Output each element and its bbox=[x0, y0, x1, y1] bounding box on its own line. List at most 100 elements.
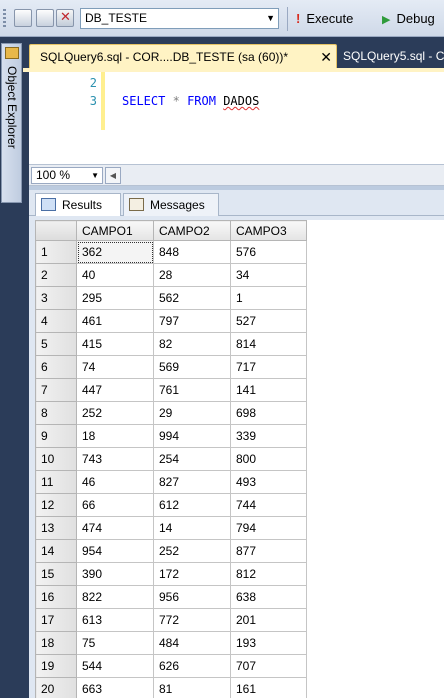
table-row[interactable]: 4 461 797 527 bbox=[35, 309, 307, 333]
code-line[interactable]: SELECT * FROM DADOS bbox=[122, 94, 259, 108]
table-row[interactable]: 20 663 81 161 bbox=[35, 677, 307, 698]
tab-messages[interactable]: Messages bbox=[123, 193, 219, 216]
table-cell[interactable]: 717 bbox=[230, 355, 307, 379]
table-cell[interactable]: 82 bbox=[153, 332, 231, 356]
table-cell[interactable]: 698 bbox=[230, 401, 307, 425]
grid-corner[interactable] bbox=[35, 220, 77, 241]
table-cell[interactable]: 772 bbox=[153, 608, 231, 632]
execute-button[interactable]: ! Execute bbox=[296, 9, 353, 29]
row-number[interactable]: 19 bbox=[35, 654, 77, 678]
table-row[interactable]: 10 743 254 800 bbox=[35, 447, 307, 471]
row-number[interactable]: 8 bbox=[35, 401, 77, 425]
tab-sqlquery6[interactable]: SQLQuery6.sql - COR....DB_TESTE (sa (60)… bbox=[29, 44, 337, 69]
column-header[interactable]: CAMPO2 bbox=[153, 220, 231, 241]
row-number[interactable]: 4 bbox=[35, 309, 77, 333]
table-cell[interactable]: 29 bbox=[153, 401, 231, 425]
row-number[interactable]: 16 bbox=[35, 585, 77, 609]
table-row[interactable]: 3 295 562 1 bbox=[35, 286, 307, 310]
table-cell[interactable]: 848 bbox=[153, 240, 231, 264]
table-row[interactable]: 1 362 848 576 bbox=[35, 240, 307, 264]
table-cell[interactable]: 362 bbox=[76, 240, 154, 264]
row-number[interactable]: 15 bbox=[35, 562, 77, 586]
row-number[interactable]: 14 bbox=[35, 539, 77, 563]
table-cell[interactable]: 46 bbox=[76, 470, 154, 494]
table-cell[interactable]: 1 bbox=[230, 286, 307, 310]
row-number[interactable]: 1 bbox=[35, 240, 77, 264]
column-header[interactable]: CAMPO3 bbox=[230, 220, 307, 241]
table-cell[interactable]: 569 bbox=[153, 355, 231, 379]
table-cell[interactable]: 527 bbox=[230, 309, 307, 333]
table-cell[interactable]: 390 bbox=[76, 562, 154, 586]
object-explorer-tab[interactable]: Object Explorer bbox=[1, 43, 22, 203]
table-cell[interactable]: 562 bbox=[153, 286, 231, 310]
toolbar-grip[interactable] bbox=[3, 9, 6, 27]
table-cell[interactable]: 161 bbox=[230, 677, 307, 698]
table-cell[interactable]: 613 bbox=[76, 608, 154, 632]
table-cell[interactable]: 812 bbox=[230, 562, 307, 586]
table-cell[interactable]: 954 bbox=[76, 539, 154, 563]
table-cell[interactable]: 40 bbox=[76, 263, 154, 287]
row-number[interactable]: 6 bbox=[35, 355, 77, 379]
row-number[interactable]: 17 bbox=[35, 608, 77, 632]
row-number[interactable]: 18 bbox=[35, 631, 77, 655]
table-cell[interactable]: 956 bbox=[153, 585, 231, 609]
scroll-left-button[interactable]: ◀ bbox=[105, 167, 121, 184]
table-cell[interactable]: 18 bbox=[76, 424, 154, 448]
table-cell[interactable]: 814 bbox=[230, 332, 307, 356]
change-connection-icon[interactable]: ✕ bbox=[56, 9, 74, 27]
row-number[interactable]: 2 bbox=[35, 263, 77, 287]
table-cell[interactable]: 172 bbox=[153, 562, 231, 586]
zoom-select[interactable]: 100 % ▼ bbox=[31, 167, 103, 184]
table-row[interactable]: 19 544 626 707 bbox=[35, 654, 307, 678]
table-cell[interactable]: 822 bbox=[76, 585, 154, 609]
column-header[interactable]: CAMPO1 bbox=[76, 220, 154, 241]
query-options-icon[interactable] bbox=[36, 9, 54, 27]
query-editor[interactable]: 2 3 SELECT * FROM DADOS bbox=[29, 72, 444, 164]
table-row[interactable]: 16 822 956 638 bbox=[35, 585, 307, 609]
table-cell[interactable]: 415 bbox=[76, 332, 154, 356]
table-row[interactable]: 6 74 569 717 bbox=[35, 355, 307, 379]
table-row[interactable]: 15 390 172 812 bbox=[35, 562, 307, 586]
table-cell[interactable]: 877 bbox=[230, 539, 307, 563]
table-cell[interactable]: 254 bbox=[153, 447, 231, 471]
close-icon[interactable]: ✕ bbox=[320, 45, 332, 69]
row-number[interactable]: 5 bbox=[35, 332, 77, 356]
table-cell[interactable]: 994 bbox=[153, 424, 231, 448]
results-grid[interactable]: CAMPO1 CAMPO2 CAMPO3 1 362 848 576 2 40 28 34 3 2… bbox=[35, 220, 444, 698]
table-cell[interactable]: 461 bbox=[76, 309, 154, 333]
table-cell[interactable]: 14 bbox=[153, 516, 231, 540]
table-row[interactable]: 11 46 827 493 bbox=[35, 470, 307, 494]
row-number[interactable]: 3 bbox=[35, 286, 77, 310]
table-cell[interactable]: 447 bbox=[76, 378, 154, 402]
table-cell[interactable]: 663 bbox=[76, 677, 154, 698]
table-cell[interactable]: 34 bbox=[230, 263, 307, 287]
table-cell[interactable]: 201 bbox=[230, 608, 307, 632]
table-row[interactable]: 8 252 29 698 bbox=[35, 401, 307, 425]
table-cell[interactable]: 339 bbox=[230, 424, 307, 448]
table-row[interactable]: 13 474 14 794 bbox=[35, 516, 307, 540]
table-row[interactable]: 5 415 82 814 bbox=[35, 332, 307, 356]
table-cell[interactable]: 827 bbox=[153, 470, 231, 494]
table-cell[interactable]: 638 bbox=[230, 585, 307, 609]
debug-button[interactable]: ▶ Debug bbox=[382, 9, 435, 29]
table-cell[interactable]: 193 bbox=[230, 631, 307, 655]
table-row[interactable]: 14 954 252 877 bbox=[35, 539, 307, 563]
table-row[interactable]: 18 75 484 193 bbox=[35, 631, 307, 655]
table-cell[interactable]: 797 bbox=[153, 309, 231, 333]
table-cell[interactable]: 761 bbox=[153, 378, 231, 402]
table-cell[interactable]: 794 bbox=[230, 516, 307, 540]
table-row[interactable]: 12 66 612 744 bbox=[35, 493, 307, 517]
results-to-icon[interactable] bbox=[14, 9, 32, 27]
tab-results[interactable]: Results bbox=[35, 193, 121, 216]
table-cell[interactable]: 576 bbox=[230, 240, 307, 264]
row-number[interactable]: 9 bbox=[35, 424, 77, 448]
table-cell[interactable]: 252 bbox=[76, 401, 154, 425]
table-cell[interactable]: 252 bbox=[153, 539, 231, 563]
row-number[interactable]: 20 bbox=[35, 677, 77, 698]
table-cell[interactable]: 28 bbox=[153, 263, 231, 287]
table-row[interactable]: 9 18 994 339 bbox=[35, 424, 307, 448]
table-cell[interactable]: 74 bbox=[76, 355, 154, 379]
table-cell[interactable]: 612 bbox=[153, 493, 231, 517]
row-number[interactable]: 13 bbox=[35, 516, 77, 540]
tab-sqlquery5[interactable]: SQLQuery5.sql - C bbox=[333, 44, 444, 69]
